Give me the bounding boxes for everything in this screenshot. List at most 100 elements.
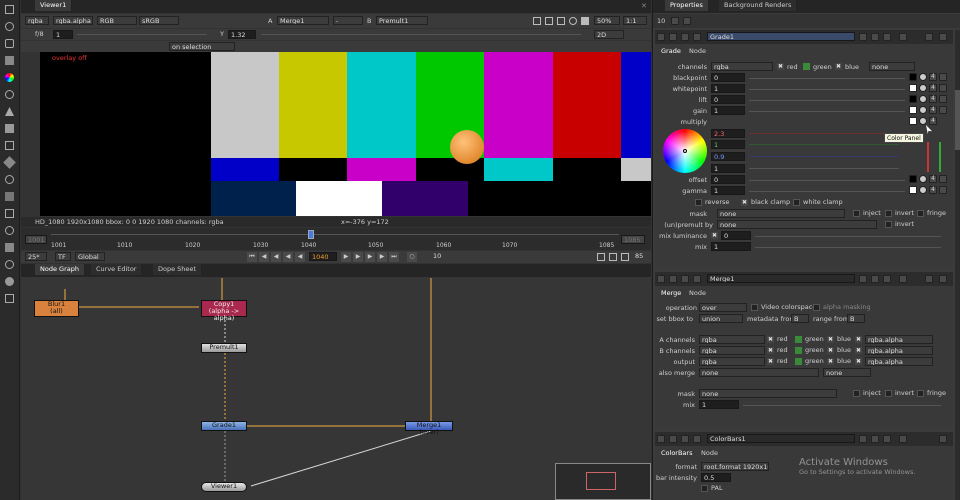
merge-invert-check[interactable] [885,390,892,397]
also-merge-dropdown-2[interactable]: none [823,368,871,377]
lift-field[interactable]: 0 [711,95,745,104]
prev-key-button[interactable]: ◀ [259,252,269,262]
tab-merge-node[interactable]: Node [689,289,706,297]
tab-properties[interactable]: Properties [665,0,709,11]
draw-icon[interactable] [5,22,14,31]
scope-dropdown[interactable]: Global [75,252,105,261]
next-frame-button[interactable]: ▶ [341,252,351,262]
alpha-channel-dropdown[interactable]: none [869,62,915,71]
channel-icon[interactable] [5,56,14,65]
gamma-wheel-icon[interactable] [919,186,927,194]
cb-undo-icon[interactable] [871,435,879,443]
prev-frame-button[interactable]: ◀ [295,252,305,262]
cb-close-icon[interactable] [939,435,947,443]
step-back-button[interactable]: ◀ [271,252,281,262]
gamma-field[interactable]: 1.32 [228,30,256,39]
loop-button[interactable]: ○ [407,252,417,262]
mix-luminance-field[interactable]: 0 [721,231,751,240]
tab-grade-node[interactable]: Node [689,47,706,55]
a-channels-dropdown[interactable]: rgba [699,335,765,344]
multiply-r-slider[interactable] [749,133,899,134]
red-check[interactable]: ✖ [777,63,784,70]
current-frame-field[interactable]: 1040 [309,252,337,261]
colorbars-title[interactable]: ColorBars1 [707,434,855,443]
float-panel-icon[interactable] [925,33,933,41]
cb-redo-icon[interactable] [883,435,891,443]
gamma-anim-icon[interactable] [939,186,947,194]
in-point-icon[interactable] [597,253,605,261]
video-colorspace-check[interactable] [751,304,758,311]
cb-collapse-icon[interactable] [657,435,665,443]
tf-dropdown[interactable]: TF [55,252,71,261]
settings-icon[interactable] [681,33,689,41]
tab-viewer1[interactable]: Viewer1 [35,0,73,11]
redo-icon[interactable] [883,33,891,41]
mix-slider[interactable] [755,247,941,248]
collapse-icon[interactable] [657,33,665,41]
a-alpha-dropdown[interactable]: rgba.alpha [865,335,933,344]
merge-icon[interactable] [5,124,14,133]
alpha-masking-check[interactable] [813,304,820,311]
blackpoint-swatch[interactable] [909,73,917,81]
whitepoint-swatch[interactable] [909,84,917,92]
multiply-4-button[interactable]: 4 [929,117,937,125]
fstop-slider[interactable] [77,34,207,35]
cb-float-icon[interactable] [859,435,867,443]
color-wheel[interactable] [663,129,707,173]
cb-view-icon[interactable] [669,435,677,443]
multiply-wheel-icon[interactable] [919,117,927,125]
multiply-swatch[interactable] [909,117,917,125]
merge-redo-icon[interactable] [883,275,891,283]
last-frame-button[interactable]: ⏭ [389,252,399,262]
white-clamp-check[interactable] [793,199,800,206]
play-button[interactable]: ▶ [353,252,363,262]
tab-colorbars-node[interactable]: Node [701,449,718,457]
offset-anim-icon[interactable] [939,175,947,183]
lift-wheel-icon[interactable] [919,95,927,103]
cb-revert-icon[interactable] [899,435,907,443]
a-blue-check[interactable]: ✖ [827,336,834,343]
node-copy1[interactable]: Copy1 (alpha -> alpha) [201,300,247,322]
green-check[interactable] [803,63,810,70]
grade-title[interactable]: Grade1 [707,32,855,41]
offset-wheel-icon[interactable] [919,175,927,183]
clip-icon[interactable] [545,17,553,25]
mask-dropdown[interactable]: none [717,209,845,218]
b-alpha-dropdown[interactable]: rgba.alpha [865,346,933,355]
color-swatch-icon[interactable] [693,33,701,41]
reverse-check[interactable] [695,199,702,206]
whitepoint-anim-icon[interactable] [939,84,947,92]
fps-dropdown[interactable]: 25* [25,252,47,261]
zoom-dropdown[interactable]: 50% [594,16,620,25]
multiply-b-slider[interactable] [749,156,899,157]
gain-field[interactable]: 1 [711,106,745,115]
node-graph-minimap[interactable] [555,463,651,500]
gain-side-sliders[interactable] [927,142,941,172]
views-icon[interactable] [5,175,14,184]
blackpoint-anim-icon[interactable] [939,73,947,81]
unpremult-invert-check[interactable] [885,221,892,228]
blackpoint-4-button[interactable]: 4 [929,73,937,81]
first-frame-button[interactable]: ⏮ [247,252,257,262]
node-merge1[interactable]: Merge1 (over) [405,421,453,436]
timeline-end-field[interactable]: 1085 [621,235,645,244]
tab-background-renders[interactable]: Background Renders [719,0,798,11]
whitepoint-slider[interactable] [749,89,905,90]
rgb-dropdown[interactable]: RGB [97,16,137,25]
merge-mix-field[interactable]: 1 [699,400,739,409]
offset-4-button[interactable]: 4 [929,175,937,183]
b-green-check[interactable] [795,347,802,354]
timeline[interactable]: 1001 1001 1010 1020 1030 1040 1050 1060 … [21,228,651,250]
tab-colorbars[interactable]: ColorBars [661,449,692,457]
gamma-swatch[interactable] [909,186,917,194]
output-dropdown[interactable]: rgba [699,357,765,366]
particles-icon[interactable] [5,260,14,269]
whitepoint-field[interactable]: 1 [711,84,745,93]
gain-wheel-icon[interactable] [919,106,927,114]
merge-undo-icon[interactable] [871,275,879,283]
b-red-check[interactable]: ✖ [767,347,774,354]
channels-dropdown[interactable]: rgba [711,62,773,71]
merge-mask-dropdown[interactable]: none [699,389,837,398]
undo-icon[interactable] [871,33,879,41]
unpremult-dropdown[interactable]: none [717,220,877,229]
